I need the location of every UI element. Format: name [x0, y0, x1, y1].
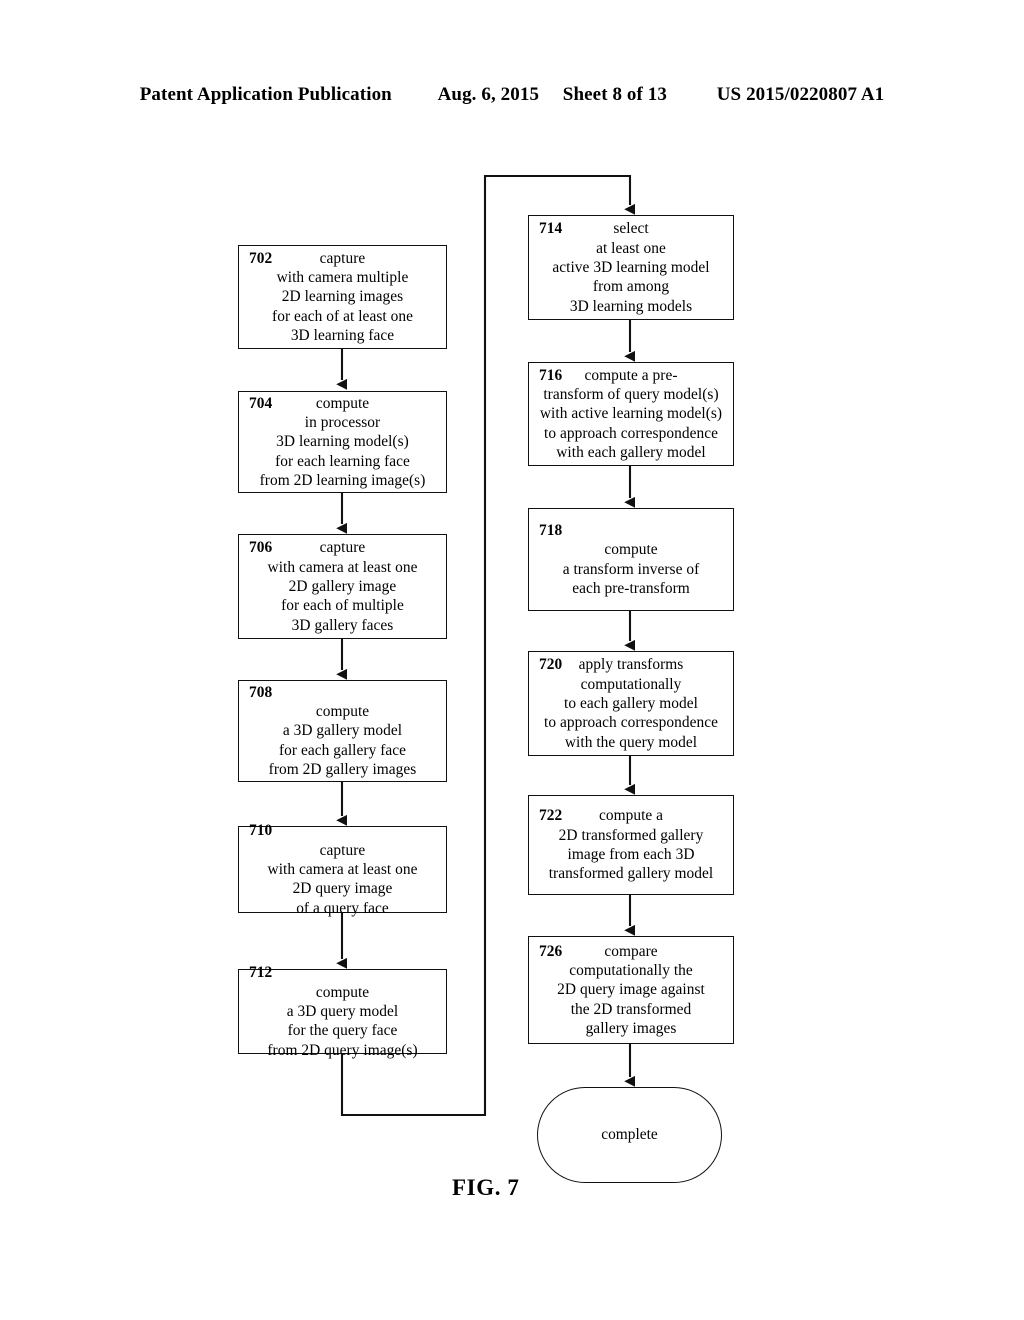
step-726-line-2: 2D query image against — [557, 981, 705, 999]
step-704-line-2: 3D learning model(s) — [276, 433, 409, 451]
step-708-line-1: compute — [315, 703, 370, 721]
step-710-number: 710 — [249, 822, 273, 840]
step-702-line-0: capture — [319, 249, 366, 267]
step-712-line-3: for the query face — [287, 1022, 398, 1040]
step-714-line-1: at least one — [596, 239, 666, 257]
step-716-line-1: transform of query model(s) — [543, 386, 719, 404]
step-720-line-1: computationally — [580, 675, 682, 693]
step-720-line-0: apply transforms — [578, 656, 684, 674]
flow-terminal-complete[interactable]: complete — [537, 1087, 722, 1183]
step-702-line-2: 2D learning images — [281, 288, 404, 306]
step-718-line-2: a transform inverse of — [562, 560, 700, 578]
step-706-line-0: capture — [319, 539, 366, 557]
flow-step-716[interactable]: 716 compute a pre- transform of query mod… — [528, 362, 734, 466]
step-714-line-4: 3D learning models — [569, 297, 693, 315]
step-714-line-0: select — [613, 220, 649, 238]
step-702-number: 702 — [249, 249, 273, 267]
flow-step-712[interactable]: 712 compute a 3D query model for the que… — [238, 964, 447, 1059]
step-722-line-3: transformed gallery model — [548, 865, 714, 883]
step-702-line-3: for each of at least one — [272, 307, 413, 325]
step-722-line-2: image from each 3D — [567, 846, 695, 863]
step-706-line-1: with camera at least one — [267, 558, 418, 576]
step-712-number: 712 — [249, 964, 273, 982]
terminal-label: complete — [601, 1126, 658, 1143]
step-726-number: 726 — [539, 942, 563, 960]
flow-step-708[interactable]: 708 compute a 3D gallery model for each … — [238, 680, 447, 782]
step-714-line-3: from among — [592, 278, 670, 296]
step-704-line-0: compute — [315, 394, 370, 412]
step-722-line-0: compute a — [598, 807, 664, 825]
step-702-line-4: 3D learning face — [290, 327, 395, 344]
step-720-line-3: to approach correspondence — [544, 714, 718, 732]
step-714-headline: 714 select — [533, 219, 729, 238]
step-702-line-1: with camera multiple — [276, 269, 409, 287]
flow-step-710[interactable]: 710 capture with camera at least one 2D … — [238, 822, 447, 917]
flow-step-714[interactable]: 714 select at least one active 3D learnin… — [528, 215, 734, 320]
step-726-line-3: the 2D transformed — [570, 1000, 692, 1018]
step-718-line-3: each pre-transform — [572, 579, 690, 597]
step-712-line-2: a 3D query model — [286, 1002, 399, 1020]
step-726-line-0: compare — [604, 942, 658, 960]
step-704-line-4: from 2D learning image(s) — [259, 472, 426, 489]
step-716-number: 716 — [539, 366, 563, 384]
step-704-line-1: in processor — [304, 414, 381, 432]
flow-step-704[interactable]: 704 compute in processor 3D learning mode… — [238, 391, 447, 493]
step-706-line-2: 2D gallery image — [288, 577, 397, 595]
step-718-number: 718 — [539, 521, 563, 539]
step-714-line-2: active 3D learning model — [552, 258, 710, 276]
flow-step-702[interactable]: 702 capture with camera multiple 2D learn… — [238, 245, 447, 349]
flow-step-718[interactable]: 718 compute a transform inverse of each … — [528, 508, 734, 611]
flow-step-726[interactable]: 726 compare computationally the 2D query … — [528, 936, 734, 1044]
step-704-number: 704 — [249, 394, 273, 412]
step-726-headline: 726 compare — [533, 942, 729, 961]
step-718-line-1: compute — [604, 541, 658, 559]
step-708-line-2: a 3D gallery model — [282, 722, 403, 740]
step-710-line-4: of a query face — [296, 899, 389, 917]
step-720-number: 720 — [539, 656, 563, 674]
step-706-line-4: 3D gallery faces — [291, 616, 394, 634]
flow-step-720[interactable]: 720 apply transforms computationally to e… — [528, 651, 734, 756]
step-708-number: 708 — [249, 683, 273, 701]
step-710-line-2: with camera at least one — [267, 860, 418, 878]
flow-step-722[interactable]: 722 compute a 2D transformed gallery imag… — [528, 795, 734, 895]
step-720-line-2: to each gallery model — [564, 694, 698, 712]
step-720-line-4: with the query model — [564, 733, 698, 751]
step-716-headline: 716 compute a pre- — [533, 366, 729, 385]
step-722-line-1: 2D transformed gallery — [558, 826, 704, 844]
step-712-line-1: compute — [315, 983, 370, 1001]
step-708-line-4: from 2D gallery images — [268, 761, 417, 778]
step-710-line-1: capture — [319, 841, 366, 859]
step-708-line-3: for each gallery face — [278, 741, 407, 759]
step-716-line-3: to approach correspondence — [544, 424, 718, 442]
step-722-number: 722 — [539, 807, 563, 825]
step-714-number: 714 — [539, 220, 563, 238]
step-706-number: 706 — [249, 539, 273, 557]
step-720-headline: 720 apply transforms — [533, 655, 729, 674]
step-726-line-4: gallery images — [585, 1020, 677, 1037]
step-706-headline: 706 capture — [243, 538, 442, 557]
step-704-line-3: for each learning face — [275, 452, 410, 470]
step-716-line-4: with each gallery model — [556, 444, 706, 461]
step-710-line-3: 2D query image — [292, 880, 393, 898]
step-704-headline: 704 compute — [243, 394, 442, 413]
step-726-line-1: computationally the — [569, 962, 693, 980]
step-706-line-3: for each of multiple — [281, 597, 404, 615]
step-712-line-4: from 2D query image(s) — [267, 1041, 418, 1059]
figure-caption: FIG. 7 — [452, 1175, 520, 1200]
step-722-headline: 722 compute a — [533, 806, 729, 825]
step-716-line-2: with active learning model(s) — [539, 405, 723, 423]
step-716-line-0: compute a pre- — [584, 366, 678, 384]
flowchart-figure: 702 capture with camera multiple 2D learn… — [0, 0, 1024, 1320]
flow-connectors — [336, 174, 636, 1117]
flow-step-706[interactable]: 706 capture with camera at least one 2D g… — [238, 534, 447, 639]
step-702-headline: 702 capture — [243, 249, 442, 268]
